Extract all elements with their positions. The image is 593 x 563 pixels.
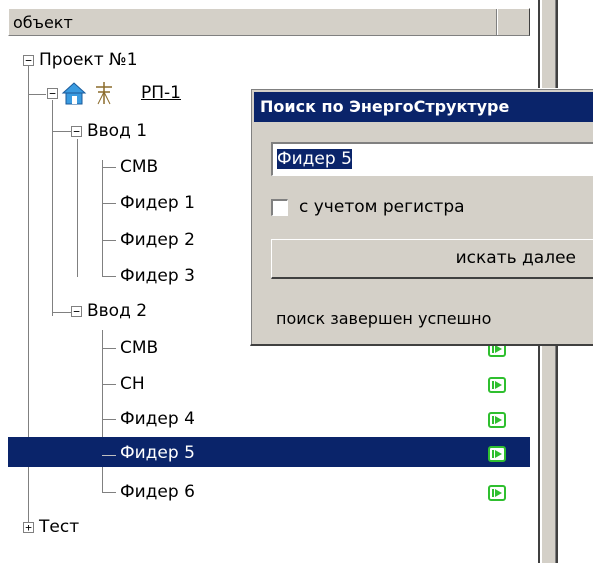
tree-line-input1 — [52, 131, 72, 132]
search-input-value: Фидер 5 — [277, 149, 352, 169]
tree-node-label: Ввод 1 — [87, 121, 148, 141]
tree-node-smv-2[interactable]: СМВ — [120, 334, 158, 362]
find-next-label: искать далее — [455, 248, 576, 268]
tree-node-label: Фидер 6 — [120, 482, 195, 502]
tree-node-rp-label[interactable]: РП-1 — [141, 80, 181, 106]
tree-node-label: СМВ — [120, 157, 159, 177]
tree-node-label: Фидер 5 — [120, 443, 195, 463]
tree-line-input2-feeders — [102, 330, 103, 492]
tree-node-feeder-5[interactable]: Фидер 5 — [120, 439, 195, 467]
tree-line-input1-feeders — [102, 160, 103, 277]
tree-line-rp — [28, 94, 46, 95]
tree-node-test[interactable]: Тест — [39, 513, 79, 541]
tree-line-input1-children — [77, 139, 78, 277]
tree-line-input2 — [52, 312, 72, 313]
plus-box-icon[interactable]: + — [23, 522, 34, 533]
tree-node-label: Фидер 4 — [120, 409, 195, 429]
tree-node-label: Фидер 2 — [120, 230, 195, 250]
green-play-icon — [488, 377, 506, 393]
tree-node-input2[interactable]: Ввод 2 — [87, 297, 147, 325]
tree-node-label: Проект №1 — [39, 50, 138, 70]
case-sensitive-checkbox[interactable] — [271, 199, 288, 216]
green-play-icon — [488, 485, 506, 501]
tree-connector — [102, 167, 116, 168]
tree-line-rp-children — [52, 100, 53, 316]
tree-node-feeder-3[interactable]: Фидер 3 — [120, 262, 195, 290]
tree-connector — [102, 240, 116, 241]
collapse-icon[interactable]: − — [71, 306, 82, 317]
house-and-transmission-tower-icon — [60, 80, 130, 106]
search-dialog: Поиск по ЭнергоСтруктуре Фидер 5 с учето… — [250, 88, 593, 346]
dialog-title: Поиск по ЭнергоСтруктуре — [260, 97, 510, 116]
search-status-text: поиск завершен успешно — [276, 309, 492, 328]
tree-connector — [102, 203, 116, 204]
tree-connector — [102, 455, 116, 456]
tree-node-project[interactable]: Проект №1 — [39, 46, 138, 74]
collapse-icon[interactable]: − — [23, 55, 34, 66]
column-header[interactable]: объект — [8, 8, 530, 36]
tree-node-feeder-2[interactable]: Фидер 2 — [120, 226, 195, 254]
tree-node-feeder-1[interactable]: Фидер 1 — [120, 189, 195, 217]
tree-node-feeder-6[interactable]: Фидер 6 — [120, 478, 195, 506]
collapse-icon[interactable]: − — [71, 126, 82, 137]
tree-node-feeder-4[interactable]: Фидер 4 — [120, 405, 195, 433]
green-play-icon — [488, 412, 506, 428]
search-input[interactable]: Фидер 5 — [271, 142, 593, 176]
tree-node-input1[interactable]: Ввод 1 — [87, 117, 147, 145]
tree-node-label: СН — [120, 374, 145, 394]
collapse-icon[interactable]: − — [47, 88, 58, 99]
tree-node-label: Фидер 3 — [120, 266, 195, 286]
column-header-label: объект — [13, 13, 73, 32]
green-play-icon — [488, 446, 506, 462]
tree-node-label: Фидер 1 — [120, 193, 195, 213]
tree-node-smv-1[interactable]: СМВ — [120, 153, 158, 181]
tree-connector — [102, 276, 116, 277]
tree-connector — [102, 419, 116, 420]
tree-connector — [102, 384, 116, 385]
tree-node-label: Тест — [39, 517, 80, 537]
tree-connector — [102, 348, 116, 349]
case-sensitive-label[interactable]: с учетом регистра — [299, 193, 465, 221]
dialog-title-bar[interactable]: Поиск по ЭнергоСтруктуре — [254, 92, 593, 122]
tree-connector — [102, 492, 116, 493]
tree-node-sn[interactable]: СН — [120, 370, 145, 398]
column-divider[interactable] — [496, 9, 498, 35]
tree-node-label: СМВ — [120, 338, 159, 358]
selected-row-highlight[interactable] — [8, 437, 530, 467]
tree-node-label: Ввод 2 — [87, 301, 148, 321]
find-next-button[interactable]: искать далее — [271, 239, 593, 279]
